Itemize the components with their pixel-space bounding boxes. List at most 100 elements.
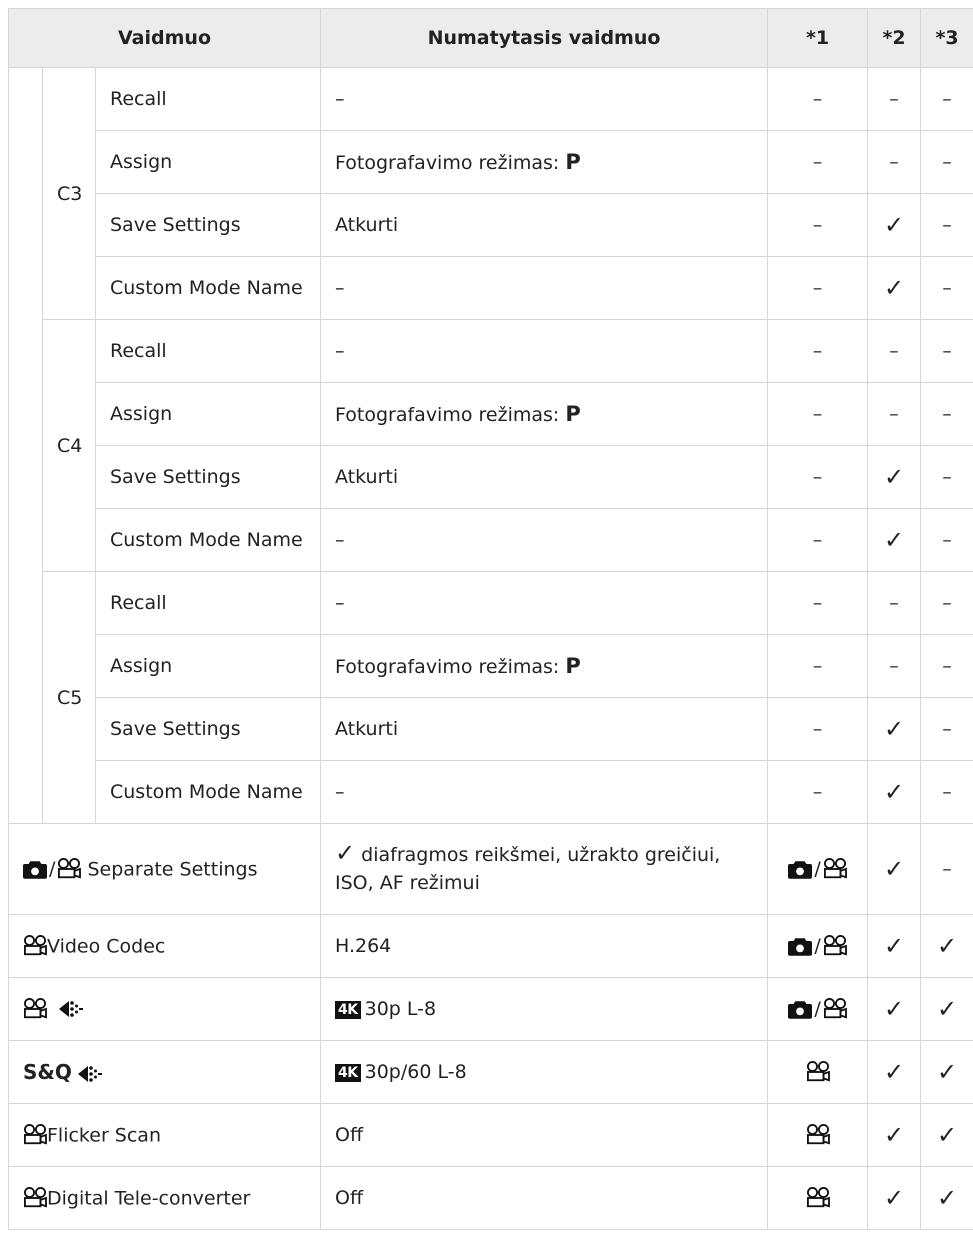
slash-separator: /: [814, 857, 821, 880]
flicker-scan-cell: Flicker Scan: [7, 1103, 322, 1167]
slash-separator: /: [814, 934, 821, 957]
flag-c1: –: [767, 319, 869, 383]
flag-c1: –: [767, 445, 869, 509]
setting-value: Atkurti: [320, 193, 769, 257]
movie-quality-value: 4K 30p L-8: [320, 977, 769, 1041]
header-c3: *3: [920, 8, 973, 68]
camera-icon: [788, 1000, 812, 1019]
movie-icon: [57, 858, 81, 880]
setting-value: –: [320, 67, 769, 131]
flag-c2: –: [867, 571, 922, 635]
flag-c3: –: [920, 67, 973, 131]
movie-quality-text: 30p L-8: [364, 998, 437, 1020]
separate-settings-value-line1: diafragmos reikšmei, užrakto greičiui,: [361, 843, 721, 866]
flag-c3: –: [920, 319, 973, 383]
sq-quality-value: 4K 30p/60 L-8: [320, 1040, 769, 1104]
group-name: C3: [42, 67, 96, 320]
separate-settings-c3: –: [920, 823, 973, 915]
flag-c2: ✓: [867, 193, 922, 257]
group-name: C5: [42, 571, 96, 824]
setting-label: Custom Mode Name: [94, 508, 322, 572]
movie-icon: [823, 858, 847, 880]
table-row: Assign Fotografavimo režimas: P – – –: [9, 130, 973, 194]
camera-icon: [23, 860, 47, 879]
movie-quality-c3: ✓: [920, 977, 973, 1041]
separate-settings-c2: ✓: [867, 823, 922, 915]
setting-label: Recall: [94, 319, 322, 383]
digital-tele-c1: [767, 1166, 869, 1230]
separate-settings-c1: /: [767, 823, 869, 915]
setting-label: Save Settings: [94, 697, 322, 761]
digital-tele-c2: ✓: [867, 1166, 922, 1230]
flag-c3: –: [920, 193, 973, 257]
slash-separator: /: [814, 997, 821, 1020]
header-mode: Vaidmuo: [7, 8, 322, 68]
flicker-scan-row: Flicker Scan Off ✓ ✓: [7, 1103, 973, 1167]
sq-quality-row: S&Q 4K 30p/60 L-8 ✓ ✓: [7, 1040, 973, 1104]
setting-value: Atkurti: [320, 445, 769, 509]
flicker-scan-c1: [767, 1103, 869, 1167]
movie-icon: [23, 998, 47, 1020]
setting-value-text: Fotografavimo režimas:: [335, 404, 560, 426]
video-codec-cell: Video Codec: [7, 914, 322, 978]
table-row: Save Settings Atkurti – ✓ –: [9, 697, 973, 761]
movie-icon: [823, 935, 847, 957]
separate-settings-row: / Separate Settings ✓ diafragmos reikšme…: [7, 823, 973, 915]
movie-icon: [23, 1187, 47, 1209]
movie-quality-cell: [7, 977, 322, 1041]
flicker-scan-c2: ✓: [867, 1103, 922, 1167]
digital-tele-cell: Digital Tele-converter: [7, 1166, 322, 1230]
flag-c3: –: [920, 634, 973, 698]
setting-label: Recall: [94, 571, 322, 635]
flag-c2: ✓: [867, 508, 922, 572]
sq-quality-c1: [767, 1040, 869, 1104]
setting-value: –: [320, 760, 769, 824]
flag-c1: –: [767, 508, 869, 572]
sq-quality-c2: ✓: [867, 1040, 922, 1104]
video-codec-c1: /: [767, 914, 869, 978]
header-c2: *2: [867, 8, 922, 68]
4k-badge: 4K: [335, 1063, 361, 1082]
4k-badge: 4K: [335, 1000, 361, 1019]
slash-separator: /: [49, 857, 56, 880]
table-row: Custom Mode Name – – ✓ –: [9, 256, 973, 320]
header-default: Numatytasis vaidmuo: [320, 8, 769, 68]
flag-c2: –: [867, 382, 922, 446]
movie-quality-row: 4K 30p L-8 / ✓ ✓: [7, 977, 973, 1041]
digital-tele-c3: ✓: [920, 1166, 973, 1230]
mode-p-label: P: [565, 402, 581, 426]
flag-c3: –: [920, 760, 973, 824]
setting-label: Custom Mode Name: [94, 256, 322, 320]
check-icon: ✓: [335, 838, 356, 867]
flicker-scan-value: Off: [320, 1103, 769, 1167]
setting-label: Save Settings: [94, 445, 322, 509]
flicker-scan-label: Flicker Scan: [47, 1124, 161, 1147]
digital-tele-label: Digital Tele-converter: [47, 1187, 251, 1210]
sq-quality-text: 30p/60 L-8: [364, 1061, 467, 1083]
sq-quality-c3: ✓: [920, 1040, 973, 1104]
table-row: Custom Mode Name – – ✓ –: [9, 508, 973, 572]
camera-icon: [788, 860, 812, 879]
header-row: Vaidmuo Numatytasis vaidmuo *1 *2 *3: [7, 8, 973, 68]
flag-c1: –: [767, 571, 869, 635]
flicker-scan-c3: ✓: [920, 1103, 973, 1167]
flag-c3: –: [920, 256, 973, 320]
setting-label: Save Settings: [94, 193, 322, 257]
flag-c3: –: [920, 571, 973, 635]
movie-quality-c2: ✓: [867, 977, 922, 1041]
separate-settings-value-line2: ISO, AF režimui: [335, 871, 480, 894]
sq-quality-cell: S&Q: [7, 1040, 322, 1104]
flag-c3: –: [920, 382, 973, 446]
indent-cell: [8, 67, 43, 824]
movie-icon: [23, 1124, 47, 1146]
flag-c2: –: [867, 130, 922, 194]
setting-value: –: [320, 319, 769, 383]
group-name: C4: [42, 319, 96, 572]
video-codec-label: Video Codec: [47, 935, 166, 958]
movie-icon: [23, 935, 47, 957]
setting-value: –: [320, 508, 769, 572]
video-codec-row: Video Codec H.264 / ✓ ✓: [7, 914, 973, 978]
table-row: C4 Recall – – – –: [9, 319, 973, 572]
digital-tele-row: Digital Tele-converter Off ✓ ✓: [7, 1166, 973, 1230]
image-quality-icon: [59, 999, 83, 1019]
